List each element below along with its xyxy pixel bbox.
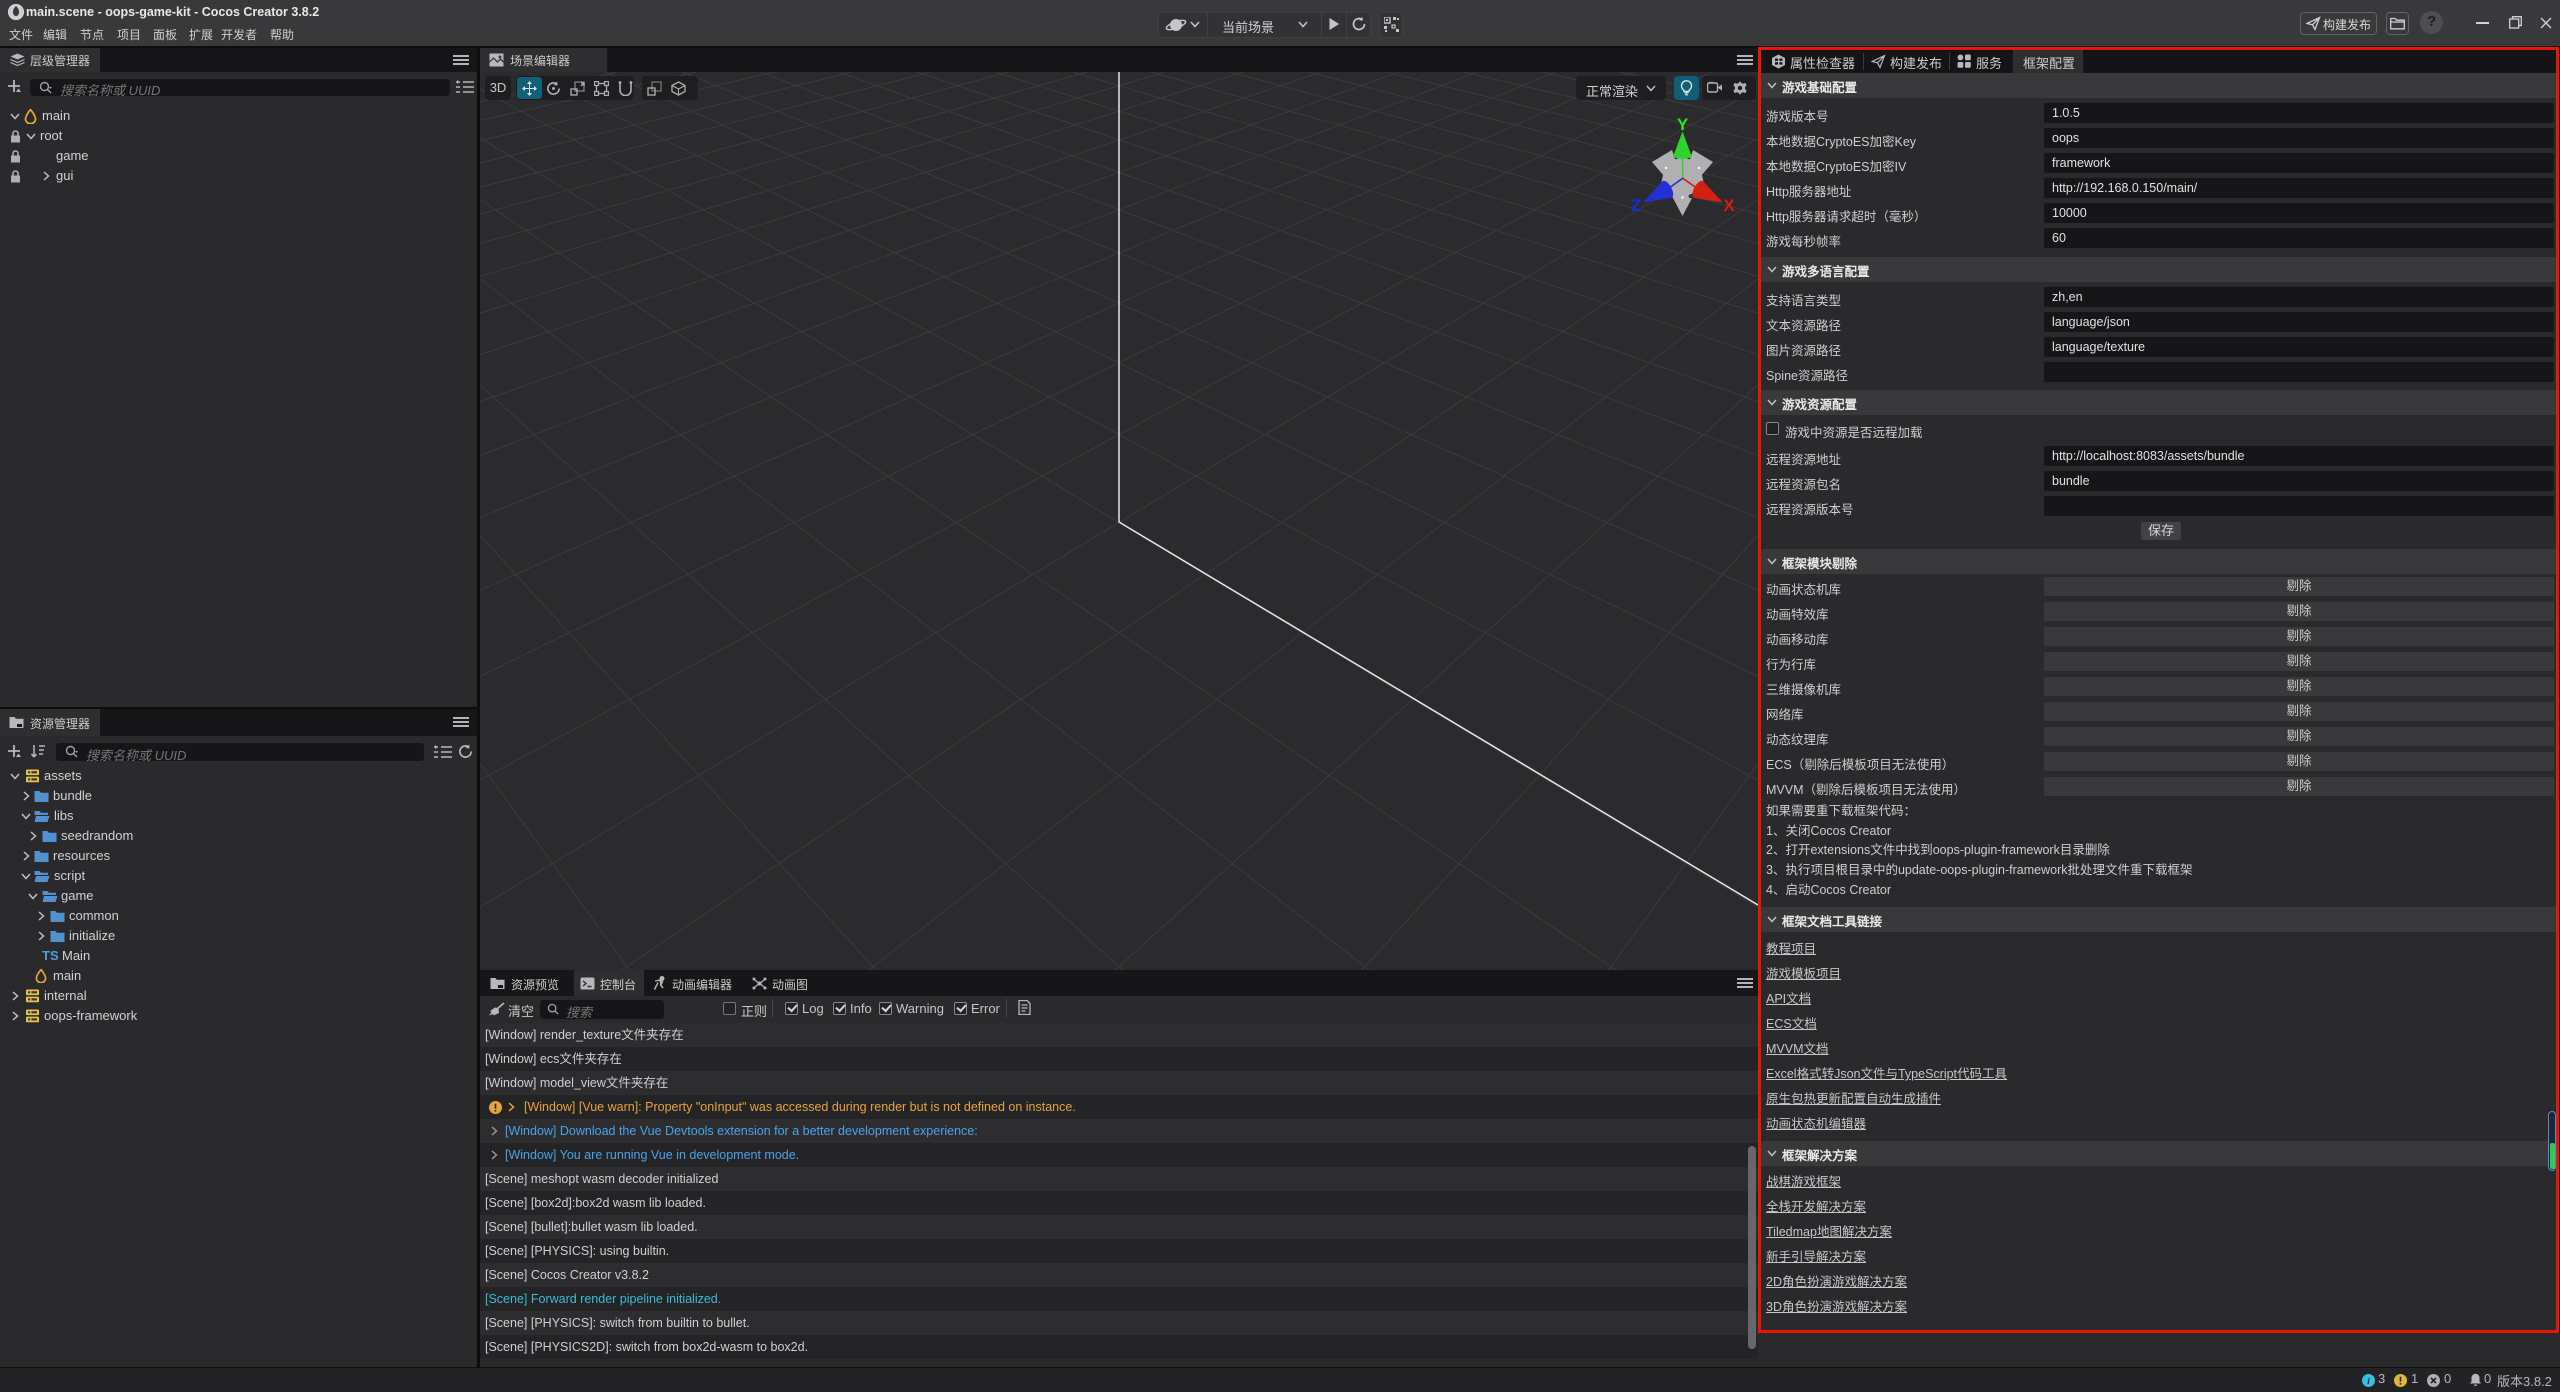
- svg-text:Z: Z: [1631, 196, 1641, 215]
- svg-text:X: X: [1723, 196, 1735, 215]
- svg-text:Y: Y: [1677, 115, 1689, 134]
